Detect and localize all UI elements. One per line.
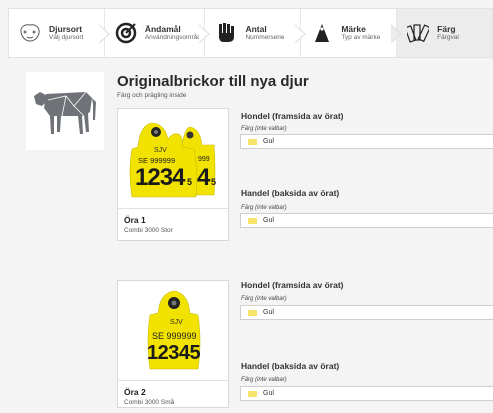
color-select-ear2-back[interactable]: Gul — [240, 386, 493, 401]
page-title: Originalbrickor till nya djur — [117, 73, 309, 90]
step-title: Antal — [245, 23, 267, 34]
animal-head-icon — [17, 20, 43, 46]
step-title: Färg — [437, 23, 456, 34]
page-subtitle: Färg och prägling inside — [117, 92, 187, 99]
section-heading-back: Handel (baksida av örat) — [241, 361, 340, 371]
animal-image — [26, 72, 104, 150]
chevron-right-icon — [199, 25, 211, 43]
color-fan-icon — [405, 20, 431, 46]
target-icon — [113, 20, 139, 46]
step-antal[interactable]: Antal Nummerserie — [205, 9, 307, 57]
step-title: Märke — [341, 23, 366, 34]
tag-card-ear-2: SJV SE 999999 12345 Öra 2 Combi 3000 Små — [117, 280, 229, 408]
step-subtitle: Användningsområde — [144, 34, 205, 42]
step-marke[interactable]: Märke Typ av märke — [301, 9, 402, 57]
step-subtitle: Typ av märke — [341, 34, 381, 42]
step-title: Ändamål — [144, 23, 181, 34]
tag-description: Combi 3000 Stor — [124, 227, 173, 234]
tag-small-digit: 5 — [187, 177, 193, 187]
step-farg[interactable]: Färg Färgval — [397, 9, 492, 57]
tag-back-small: 5 — [211, 177, 217, 187]
color-value: Gul — [263, 309, 274, 316]
tag-digits: 12345 — [147, 342, 201, 364]
tag-description: Combi 3000 Små — [124, 399, 175, 406]
color-field-label: Färg (inte valbar) — [241, 377, 287, 383]
tag-brand: SJV — [154, 147, 167, 154]
color-swatch — [248, 309, 257, 316]
color-select-ear1-back[interactable]: Gul — [240, 213, 493, 228]
color-field-label: Färg (inte valbar) — [241, 205, 287, 211]
color-swatch — [248, 390, 257, 397]
color-field-label: Färg (inte valbar) — [241, 126, 287, 132]
step-subtitle: Färgval — [437, 34, 459, 42]
tag-digits: 1234 — [135, 164, 185, 191]
step-andamal[interactable]: Ändamål Användningsområde — [105, 9, 211, 57]
step-djursort[interactable]: Djursort Välj djursort — [9, 9, 110, 57]
tag-back-digits: 4 — [197, 164, 211, 191]
color-value: Gul — [263, 138, 274, 145]
step-subtitle: Välj djursort — [49, 34, 84, 42]
section-heading-back: Handel (baksida av örat) — [241, 188, 340, 198]
color-select-ear1-front[interactable]: Gul — [240, 134, 493, 149]
tag-back-line: 999 — [198, 156, 210, 163]
hand-count-icon — [213, 20, 239, 46]
tag-brand: SJV — [170, 319, 183, 326]
chevron-right-icon — [294, 25, 307, 43]
tag-line1: SE 999999 — [152, 331, 197, 341]
tag-name: Öra 2 — [124, 387, 146, 397]
color-value: Gul — [263, 217, 274, 224]
tag-image: SJV SE 999999 999 1234 5 4 5 — [118, 109, 228, 209]
section-heading-front: Hondel (framsida av örat) — [241, 280, 344, 290]
tag-icon — [309, 20, 335, 46]
step-title: Djursort — [49, 23, 83, 34]
chevron-right-icon — [390, 25, 402, 43]
color-value: Gul — [263, 390, 274, 397]
color-field-label: Färg (inte valbar) — [241, 296, 287, 302]
tag-card-ear-1: SJV SE 999999 999 1234 5 4 5 Öra 1 Combi… — [117, 108, 229, 241]
tag-name: Öra 1 — [124, 215, 146, 225]
color-swatch — [248, 217, 257, 224]
color-select-ear2-front[interactable]: Gul — [240, 305, 493, 320]
chevron-right-icon — [98, 25, 110, 43]
wizard-steps: Djursort Välj djursort Ändamål Användnings… — [8, 8, 493, 58]
tag-image: SJV SE 999999 12345 — [118, 281, 228, 381]
cow-icon — [34, 91, 96, 134]
color-swatch — [248, 138, 257, 145]
step-subtitle: Nummerserie — [245, 34, 285, 42]
section-heading-front: Hondel (framsida av örat) — [241, 111, 344, 121]
